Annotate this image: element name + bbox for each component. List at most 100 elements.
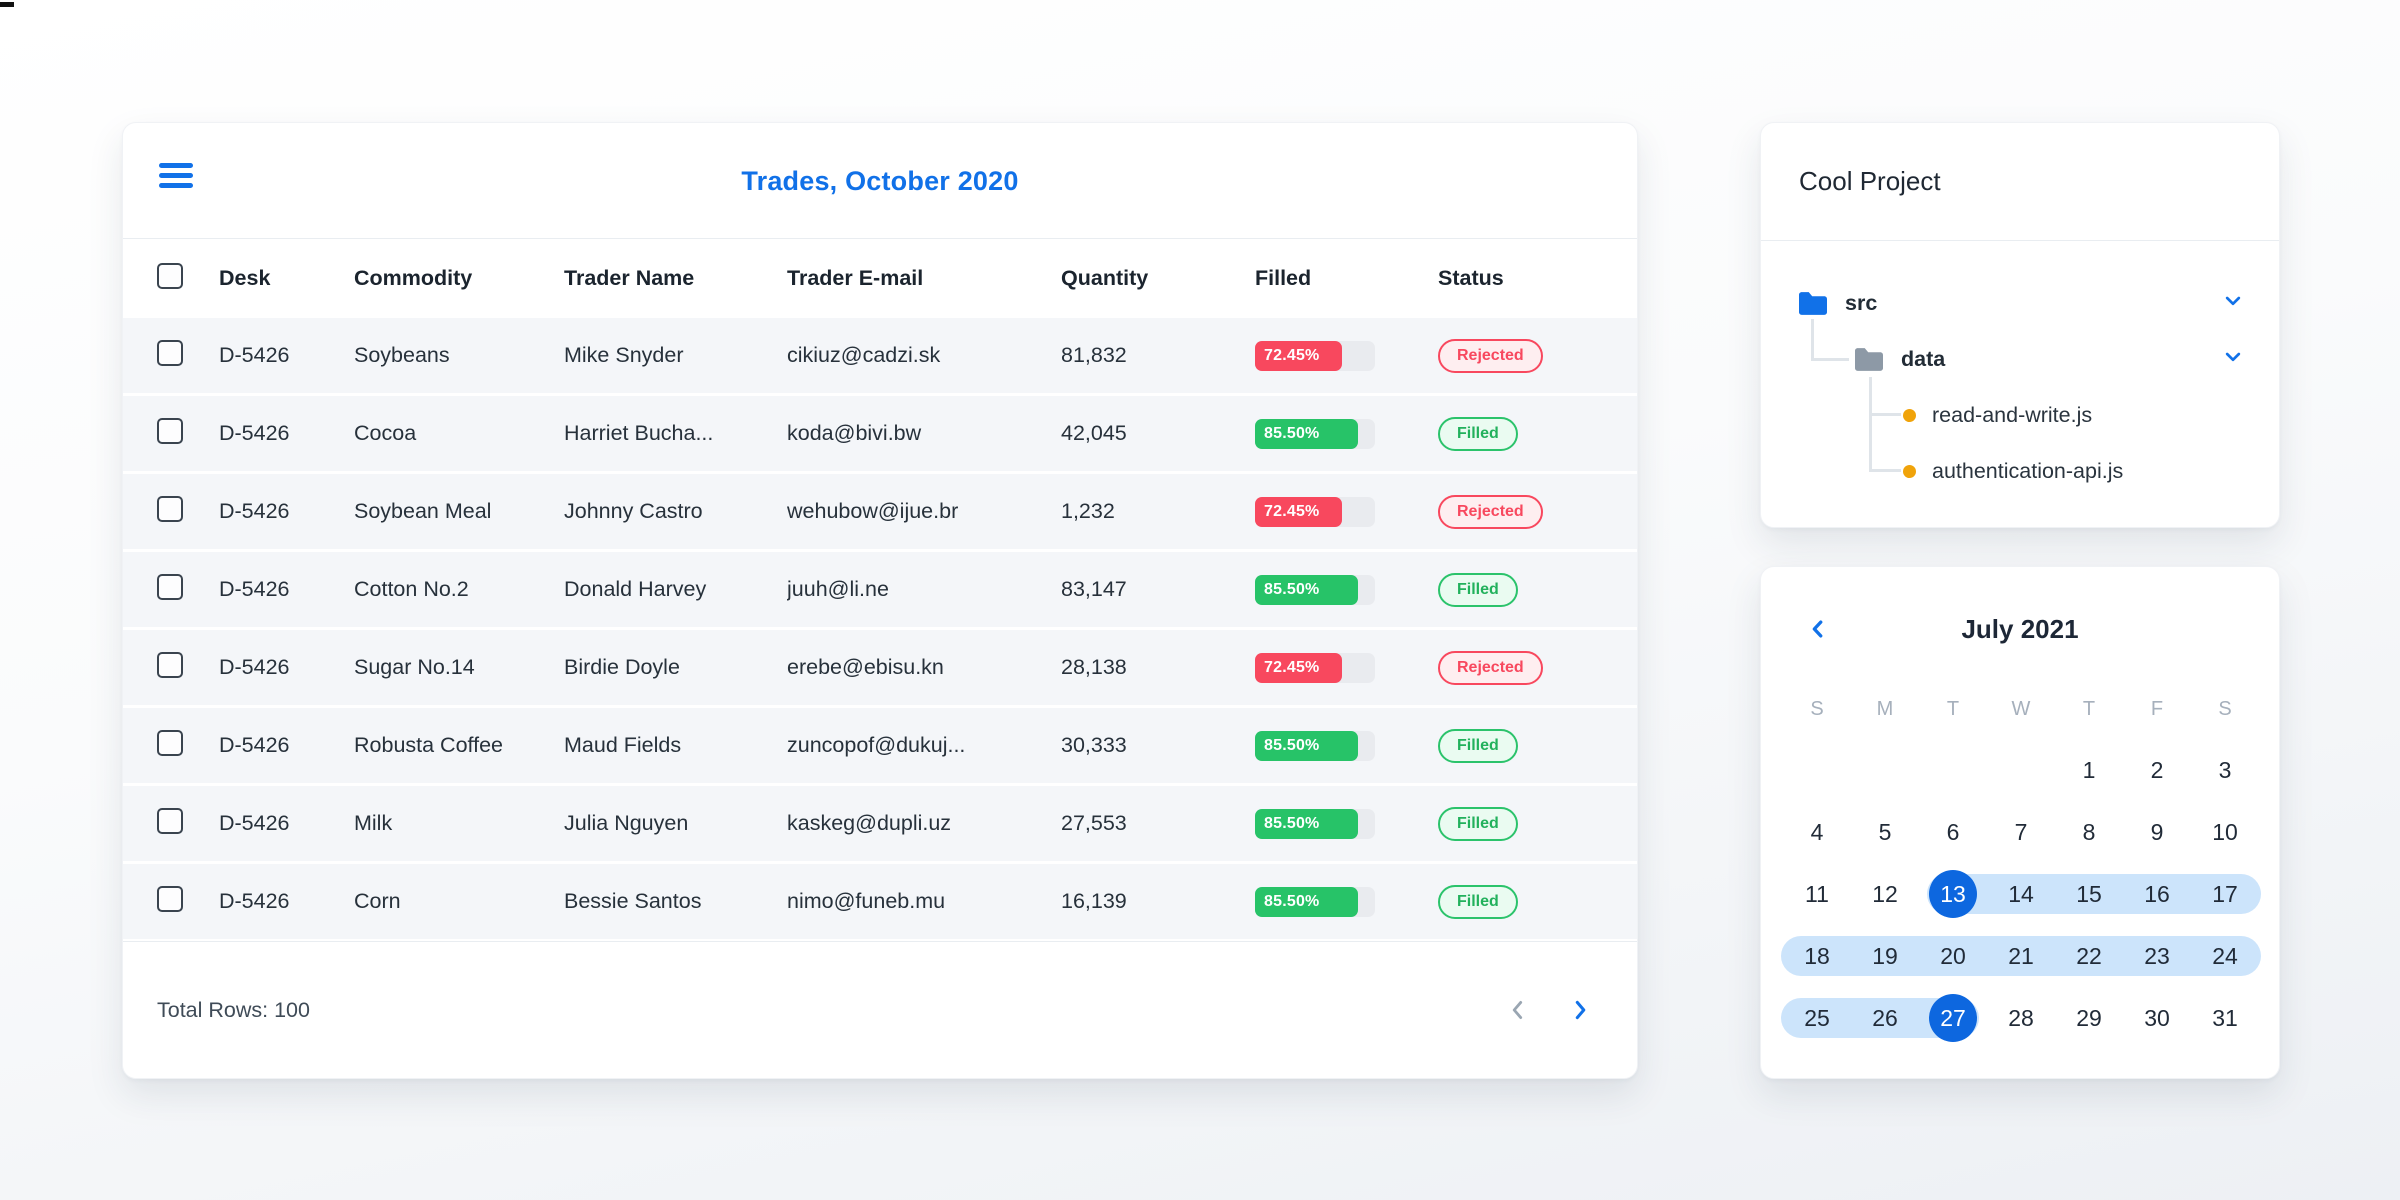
calendar-day-19[interactable]: 19 bbox=[1851, 925, 1919, 987]
cell-trader-email: koda@bivi.bw bbox=[787, 421, 922, 445]
calendar-day-28[interactable]: 28 bbox=[1987, 987, 2055, 1049]
cell-status: Filled bbox=[1438, 572, 1637, 607]
table-body: D-5426 Soybeans Mike Snyder cikiuz@cadzi.sk… bbox=[123, 318, 1637, 939]
calendar-day-13[interactable]: 13 bbox=[1919, 863, 1987, 925]
progress-bar: 85.50% bbox=[1255, 418, 1375, 449]
tree-folder-src[interactable]: src bbox=[1761, 275, 2279, 331]
cell-trader-name: Julia Nguyen bbox=[564, 811, 689, 835]
column-header-commodity: Commodity bbox=[354, 266, 473, 290]
table-row: D-5426 Corn Bessie Santos nimo@funeb.mu 16,1… bbox=[123, 864, 1637, 939]
calendar-day-8[interactable]: 8 bbox=[2055, 801, 2123, 863]
calendar-day-24[interactable]: 24 bbox=[2191, 925, 2259, 987]
calendar-week-row: 18 19 20 21 22 23 24 bbox=[1761, 925, 2279, 987]
calendar-day-26[interactable]: 26 bbox=[1851, 987, 1919, 1049]
calendar-day-6[interactable]: 6 bbox=[1919, 801, 1987, 863]
progress-bar: 72.45% bbox=[1255, 652, 1375, 683]
chevron-down-icon[interactable] bbox=[2223, 347, 2243, 372]
chevron-down-icon[interactable] bbox=[2223, 291, 2243, 316]
calendar-prev-month-button[interactable] bbox=[1801, 612, 1835, 646]
cell-commodity: Soybean Meal bbox=[354, 499, 492, 523]
row-checkbox[interactable] bbox=[157, 651, 183, 678]
progress-fill: 72.45% bbox=[1255, 496, 1342, 527]
calendar-day-17[interactable]: 17 bbox=[2191, 863, 2259, 925]
calendar-day-22[interactable]: 22 bbox=[2055, 925, 2123, 987]
table-footer: Total Rows: 100 bbox=[123, 941, 1637, 1078]
table-row: D-5426 Robusta Coffee Maud Fields zuncopof@… bbox=[123, 708, 1637, 783]
cell-filled: 72.45% bbox=[1255, 496, 1438, 527]
calendar-day-12[interactable]: 12 bbox=[1851, 863, 1919, 925]
progress-bar: 72.45% bbox=[1255, 340, 1375, 371]
calendar-day-empty bbox=[1783, 739, 1851, 801]
cell-filled: 72.45% bbox=[1255, 340, 1438, 371]
row-checkbox[interactable] bbox=[157, 807, 183, 834]
cell-desk: D-5426 bbox=[219, 811, 290, 835]
cell-filled: 72.45% bbox=[1255, 652, 1438, 683]
calendar-day-11[interactable]: 11 bbox=[1783, 863, 1851, 925]
calendar-day-18[interactable]: 18 bbox=[1783, 925, 1851, 987]
status-badge: Filled bbox=[1438, 572, 1518, 607]
cell-quantity: 27,553 bbox=[1061, 811, 1127, 835]
calendar-day-10[interactable]: 10 bbox=[2191, 801, 2259, 863]
calendar-day-16[interactable]: 16 bbox=[2123, 863, 2191, 925]
calendar-header: July 2021 bbox=[1761, 601, 2279, 657]
progress-bar: 85.50% bbox=[1255, 730, 1375, 761]
tree-file-authentication-api-js[interactable]: authentication-api.js bbox=[1761, 443, 2279, 499]
tree-folder-data[interactable]: data bbox=[1761, 331, 2279, 387]
calendar-day-15[interactable]: 15 bbox=[2055, 863, 2123, 925]
table-row: D-5426 Soybeans Mike Snyder cikiuz@cadzi.sk… bbox=[123, 318, 1637, 393]
cell-desk: D-5426 bbox=[219, 343, 290, 367]
status-badge: Rejected bbox=[1438, 338, 1543, 373]
cell-trader-email: juuh@li.ne bbox=[787, 577, 889, 601]
cell-quantity: 83,147 bbox=[1061, 577, 1127, 601]
calendar-day-4[interactable]: 4 bbox=[1783, 801, 1851, 863]
calendar-day-1[interactable]: 1 bbox=[2055, 739, 2123, 801]
cell-commodity: Milk bbox=[354, 811, 393, 835]
row-checkbox[interactable] bbox=[157, 885, 183, 912]
calendar-day-27[interactable]: 27 bbox=[1919, 987, 1987, 1049]
calendar-day-2[interactable]: 2 bbox=[2123, 739, 2191, 801]
row-checkbox[interactable] bbox=[157, 573, 183, 600]
calendar-day-31[interactable]: 31 bbox=[2191, 987, 2259, 1049]
day-of-week-label: M bbox=[1876, 697, 1894, 720]
cell-trader-name: Mike Snyder bbox=[564, 343, 684, 367]
status-badge: Filled bbox=[1438, 806, 1518, 841]
row-checkbox[interactable] bbox=[157, 495, 183, 522]
cell-trader-name: Johnny Castro bbox=[564, 499, 703, 523]
next-page-button[interactable] bbox=[1563, 993, 1597, 1027]
cell-trader-name: Harriet Bucha... bbox=[564, 421, 714, 445]
table-column-header: Desk Commodity Trader Name Trader E-mail Qua… bbox=[123, 239, 1637, 318]
calendar-day-30[interactable]: 30 bbox=[2123, 987, 2191, 1049]
prev-page-button[interactable] bbox=[1501, 993, 1535, 1027]
tree-file-read-and-write-js[interactable]: read-and-write.js bbox=[1761, 387, 2279, 443]
row-checkbox[interactable] bbox=[157, 339, 183, 366]
row-checkbox[interactable] bbox=[157, 417, 183, 444]
cell-desk: D-5426 bbox=[219, 421, 290, 445]
cell-status: Rejected bbox=[1438, 338, 1637, 373]
select-all-checkbox[interactable] bbox=[157, 262, 183, 289]
calendar-day-9[interactable]: 9 bbox=[2123, 801, 2191, 863]
project-title: Cool Project bbox=[1761, 123, 2279, 241]
calendar-day-7[interactable]: 7 bbox=[1987, 801, 2055, 863]
progress-fill: 85.50% bbox=[1255, 574, 1358, 605]
calendar-day-14[interactable]: 14 bbox=[1987, 863, 2055, 925]
calendar-day-21[interactable]: 21 bbox=[1987, 925, 2055, 987]
calendar-day-empty bbox=[1987, 739, 2055, 801]
table-row: D-5426 Cotton No.2 Donald Harvey juuh@li.ne… bbox=[123, 552, 1637, 627]
calendar-day-29[interactable]: 29 bbox=[2055, 987, 2123, 1049]
cell-status: Filled bbox=[1438, 806, 1637, 841]
cell-desk: D-5426 bbox=[219, 577, 290, 601]
calendar-day-20[interactable]: 20 bbox=[1919, 925, 1987, 987]
calendar-day-3[interactable]: 3 bbox=[2191, 739, 2259, 801]
calendar-month-title: July 2021 bbox=[1961, 613, 2079, 644]
calendar-day-5[interactable]: 5 bbox=[1851, 801, 1919, 863]
row-checkbox[interactable] bbox=[157, 729, 183, 756]
calendar-grid: 1 2 3 4 5 6 7 8 9 10 11 12 13 14 15 16 17 18 19 20 21 22 23 24 2… bbox=[1761, 739, 2279, 1049]
total-rows-label: Total Rows: 100 bbox=[157, 997, 310, 1022]
calendar-day-25[interactable]: 25 bbox=[1783, 987, 1851, 1049]
calendar-day-23[interactable]: 23 bbox=[2123, 925, 2191, 987]
folder-icon bbox=[1799, 291, 1827, 315]
cell-status: Filled bbox=[1438, 416, 1637, 451]
calendar-week-row: 123 bbox=[1761, 739, 2279, 801]
column-header-trader-name: Trader Name bbox=[564, 266, 695, 290]
day-of-week-label: S bbox=[2218, 697, 2232, 720]
